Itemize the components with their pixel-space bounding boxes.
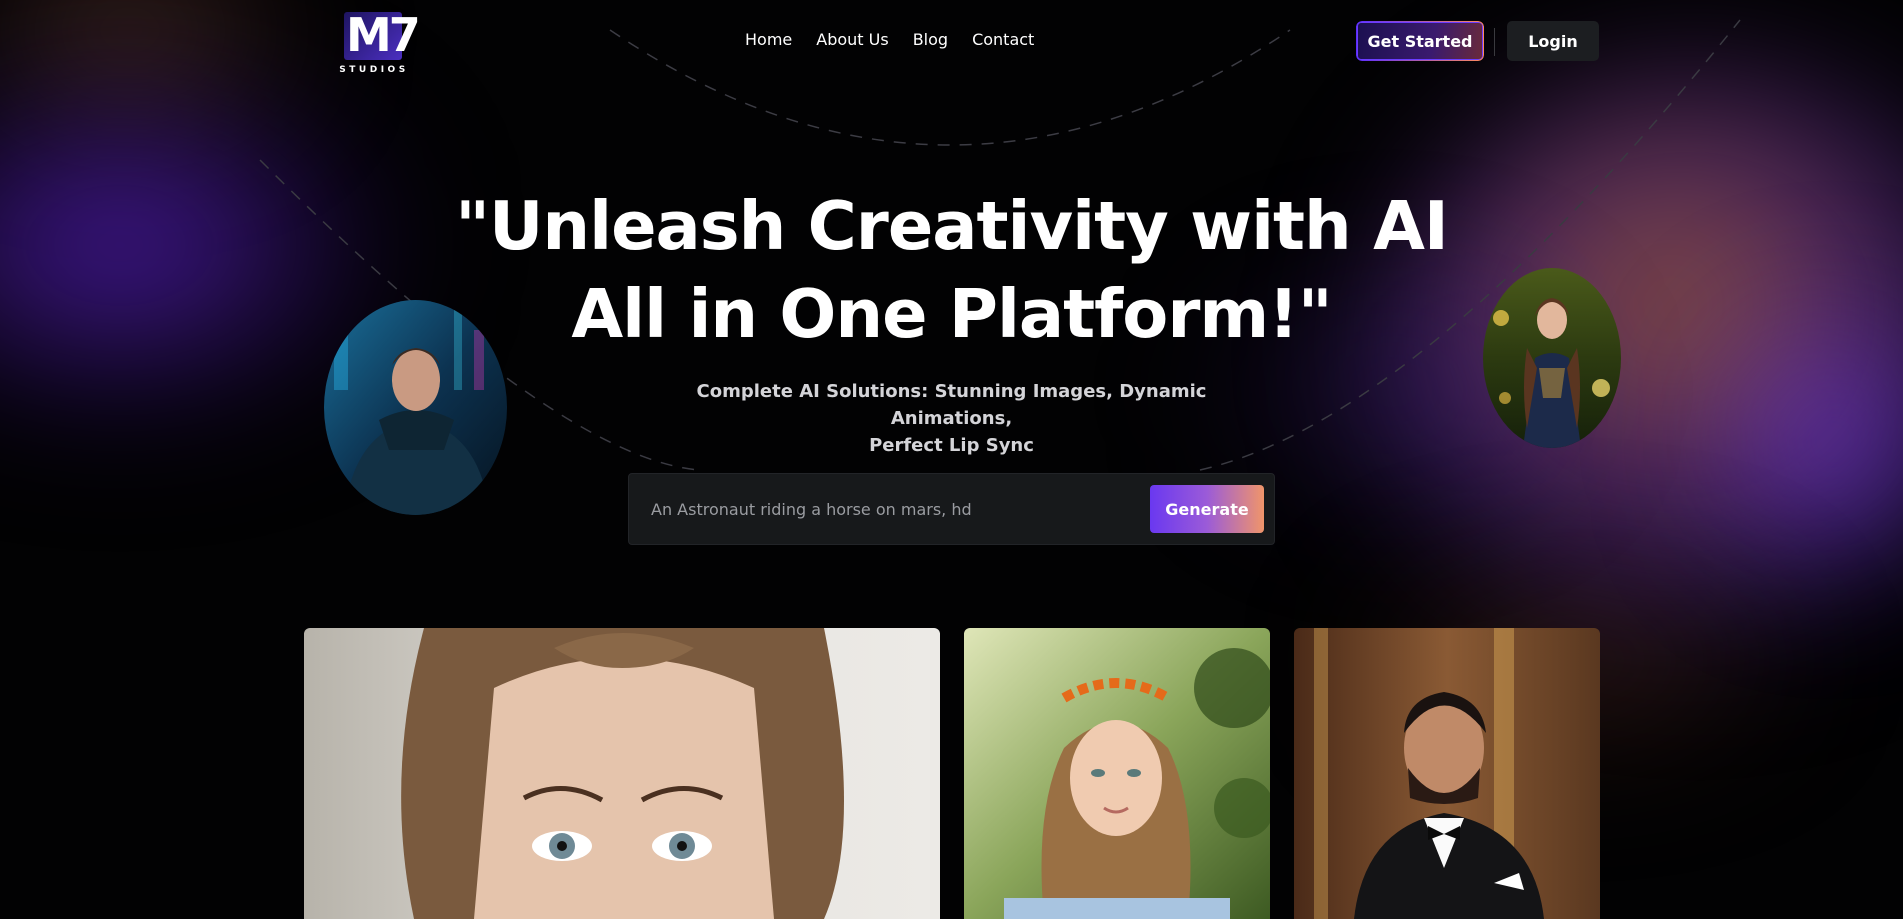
get-started-button[interactable]: Get Started: [1356, 21, 1484, 61]
hero-title-line-2: All in One Platform!": [571, 275, 1332, 353]
hero-subtitle: Complete AI Solutions: Stunning Images, …: [640, 378, 1263, 459]
hero-title-line-1: "Unleash Creativity with AI: [455, 187, 1449, 265]
glow-right: [1383, 80, 1903, 640]
hero-subtitle-line-1: Complete AI Solutions: Stunning Images, …: [696, 381, 1207, 429]
logo-subtitle: STUDIOS: [339, 65, 409, 75]
site-header: M7 STUDIOS Home About Us Blog Contact Ge…: [0, 0, 1903, 82]
decorative-arcs: [259, 19, 1741, 471]
generate-button[interactable]: Generate: [1150, 485, 1264, 533]
login-button[interactable]: Login: [1507, 21, 1599, 61]
hero-title: "Unleash Creativity with AI All in One P…: [400, 182, 1503, 358]
portrait-woman-garden: [1483, 268, 1621, 448]
nav-blog[interactable]: Blog: [913, 30, 948, 49]
gallery-card-woman-closeup[interactable]: [304, 628, 940, 919]
landing-page: M7 STUDIOS Home About Us Blog Contact Ge…: [0, 0, 1903, 919]
portrait-man-city: [324, 300, 507, 515]
logo-mark: M7: [346, 8, 421, 62]
gallery-card-girl-flowers[interactable]: [964, 628, 1270, 919]
gallery-card-man-tuxedo[interactable]: [1294, 628, 1600, 919]
nav-about-us[interactable]: About Us: [816, 30, 888, 49]
brand-logo[interactable]: M7 STUDIOS: [338, 8, 421, 80]
nav-home[interactable]: Home: [745, 30, 792, 49]
nav-contact[interactable]: Contact: [972, 30, 1034, 49]
prompt-input[interactable]: [651, 488, 1151, 530]
prompt-bar: Generate: [628, 473, 1275, 545]
header-divider: [1494, 28, 1495, 56]
glow-right-purple: [1703, 300, 1903, 580]
hero-subtitle-line-2: Perfect Lip Sync: [869, 435, 1034, 456]
main-nav: Home About Us Blog Contact: [745, 30, 1034, 49]
